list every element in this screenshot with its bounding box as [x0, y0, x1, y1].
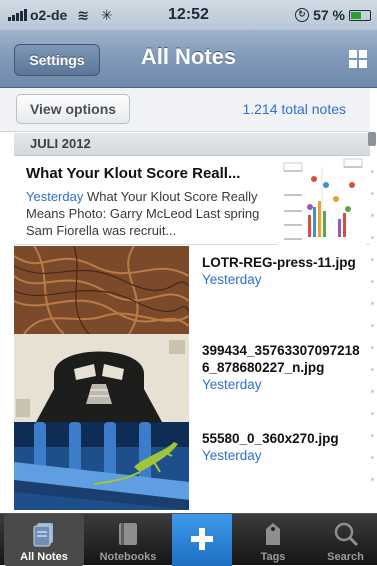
note-title: What Your Klout Score Reall...	[26, 165, 241, 182]
navigation-bar: Settings All Notes	[0, 30, 377, 88]
note-thumbnail	[14, 246, 189, 334]
note-thumbnail	[14, 422, 189, 510]
notebook-icon	[117, 521, 139, 550]
tab-label: Search	[327, 551, 364, 563]
tag-icon	[262, 521, 284, 550]
tab-label: Tags	[260, 551, 286, 563]
add-note-button[interactable]	[172, 514, 232, 566]
battery-icon	[349, 9, 371, 21]
battery-percent: 57 %	[313, 7, 345, 23]
tab-label: Notebooks	[99, 551, 157, 563]
note-item[interactable]: 55580_0_360x270.jpg Yesterday	[14, 422, 370, 510]
note-date: Yesterday	[202, 377, 262, 392]
plus-icon	[189, 526, 215, 555]
note-snippet: Yesterday What Your Klout Score Really M…	[26, 188, 276, 239]
search-icon	[333, 521, 359, 550]
note-thumbnail	[14, 334, 189, 422]
total-notes-count: 1.214 total notes	[242, 101, 346, 117]
note-title: LOTR-REG-press-11.jpg Yesterday	[202, 254, 362, 288]
view-options-button[interactable]: View options	[16, 94, 130, 124]
tab-all-notes[interactable]: All Notes	[4, 514, 84, 566]
status-bar: o2-de ≋ ✳ 12:52 ↻ 57 %	[0, 0, 377, 30]
section-header: JULI 2012	[14, 133, 370, 156]
note-item[interactable]: What Your Klout Score Reall... Yesterday…	[14, 157, 370, 245]
rotation-lock-icon: ↻	[295, 8, 310, 22]
note-date: Yesterday	[26, 189, 84, 204]
note-filename: 55580_0_360x270.jpg	[202, 431, 339, 446]
note-filename: 399434_357633070972186_878680227_n.jpg	[202, 343, 360, 375]
note-filename: LOTR-REG-press-11.jpg	[202, 255, 356, 270]
tab-label: All Notes	[20, 551, 68, 563]
page-title: All Notes	[140, 44, 237, 69]
note-thumbnail	[278, 157, 366, 245]
scroll-handle[interactable]	[368, 132, 376, 146]
note-date: Yesterday	[202, 448, 262, 463]
tab-bar: All Notes Notebooks Tags Search	[0, 513, 377, 566]
grid-view-icon[interactable]	[349, 50, 367, 68]
notes-stack-icon	[31, 521, 57, 550]
note-title: 399434_357633070972186_878680227_n.jpg Y…	[202, 342, 362, 393]
options-row: View options 1.214 total notes	[0, 88, 370, 132]
tab-notebooks[interactable]: Notebooks	[88, 514, 168, 566]
note-item[interactable]: LOTR-REG-press-11.jpg Yesterday	[14, 246, 370, 334]
tab-search[interactable]: Search	[314, 514, 377, 566]
note-item[interactable]: 399434_357633070972186_878680227_n.jpg Y…	[14, 334, 370, 422]
tab-tags[interactable]: Tags	[236, 514, 310, 566]
note-title: 55580_0_360x270.jpg Yesterday	[202, 430, 362, 464]
note-date: Yesterday	[202, 272, 262, 287]
battery-status: ↻ 57 %	[295, 7, 371, 23]
